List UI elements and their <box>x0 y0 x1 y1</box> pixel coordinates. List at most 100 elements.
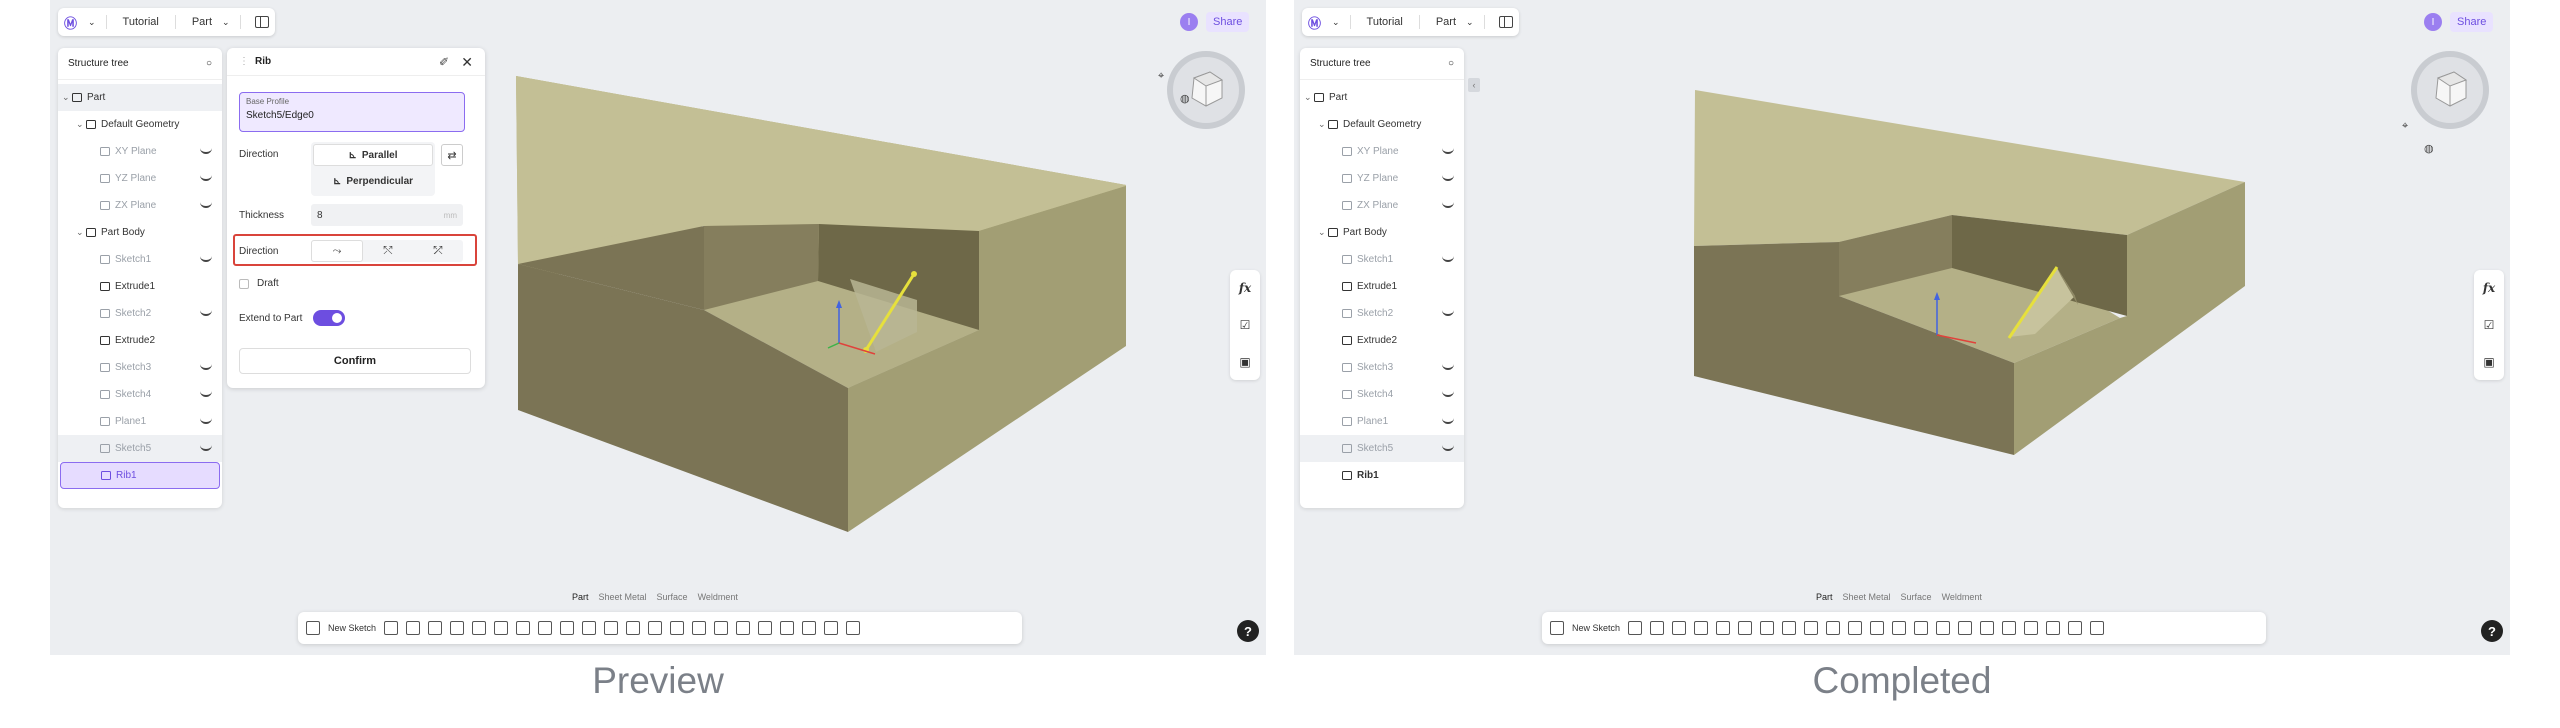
visibility-icon[interactable] <box>1442 362 1454 370</box>
parallel-option[interactable]: ⊾ Parallel <box>313 144 433 166</box>
flip-direction-button[interactable]: ⇄ <box>441 144 463 166</box>
tree-item-sketch3[interactable]: Sketch3 <box>1300 354 1464 381</box>
checklist-icon[interactable]: ☑ <box>1240 318 1251 332</box>
base-profile-field[interactable]: Base Profile Sketch5/Edge0 <box>239 92 465 132</box>
sidebar-toggle-icon[interactable] <box>1498 16 1513 28</box>
tree-item-rib1[interactable]: Rib1 <box>60 462 220 489</box>
tree-item-zx-plane[interactable]: ZX Plane <box>58 192 222 219</box>
rib-icon[interactable] <box>1716 621 1731 635</box>
visibility-icon[interactable] <box>200 362 212 370</box>
tree-item-xy-plane[interactable]: XY Plane <box>1300 138 1464 165</box>
draft-icon[interactable] <box>1804 621 1819 635</box>
tree-item-part[interactable]: ⌄ Part <box>1300 84 1464 111</box>
side-two-option[interactable]: ⤲ <box>363 240 413 262</box>
extrude-icon[interactable] <box>1628 621 1643 635</box>
tree-item-zx-plane[interactable]: ZX Plane <box>1300 192 1464 219</box>
sweep-icon[interactable] <box>1672 621 1687 635</box>
visibility-icon[interactable] <box>200 389 212 397</box>
plane-icon[interactable] <box>736 621 751 635</box>
tab-sheet-metal[interactable]: Sheet Metal <box>599 592 647 606</box>
tree-item-xy-plane[interactable]: XY Plane <box>58 138 222 165</box>
confirm-button[interactable]: Confirm <box>239 348 471 374</box>
chevron-down-icon[interactable]: ⌄ <box>222 17 230 28</box>
chevron-down-icon[interactable]: ⌄ <box>88 17 96 28</box>
extrude-icon[interactable] <box>384 621 399 635</box>
boolean-icon[interactable] <box>1892 621 1907 635</box>
tab-weldment[interactable]: Weldment <box>698 592 738 606</box>
tree-item-sketch1[interactable]: Sketch1 <box>1300 246 1464 273</box>
perpendicular-option[interactable]: ⊾ Perpendicular <box>313 170 433 192</box>
fillet-icon[interactable] <box>516 621 531 635</box>
section-icon[interactable] <box>824 621 839 635</box>
move-icon[interactable] <box>1936 621 1951 635</box>
chevron-down-icon[interactable]: ⌄ <box>1466 17 1474 28</box>
mirror-icon[interactable] <box>1870 621 1885 635</box>
visibility-icon[interactable] <box>200 200 212 208</box>
share-button[interactable]: Share <box>2450 12 2494 32</box>
point-icon[interactable] <box>780 621 795 635</box>
split-icon[interactable] <box>670 621 685 635</box>
app-logo-icon[interactable]: Ⓜ <box>1308 14 1328 31</box>
tree-item-default-geometry[interactable]: ⌄ Default Geometry <box>58 111 222 138</box>
tree-item-sketch4[interactable]: Sketch4 <box>1300 381 1464 408</box>
visibility-icon[interactable] <box>200 443 212 451</box>
tree-item-extrude2[interactable]: Extrude2 <box>1300 327 1464 354</box>
chevron-down-icon[interactable]: ⌄ <box>1332 17 1340 28</box>
tab-part[interactable]: Part <box>572 592 589 606</box>
tree-item-part-body[interactable]: ⌄ Part Body <box>58 219 222 246</box>
pattern-icon[interactable] <box>604 621 619 635</box>
plane-icon[interactable] <box>1980 621 1995 635</box>
pattern-icon[interactable] <box>1848 621 1863 635</box>
visibility-icon[interactable] <box>1442 254 1454 262</box>
more-icon[interactable] <box>2090 621 2105 635</box>
share-button[interactable]: Share <box>1206 12 1250 32</box>
tree-item-yz-plane[interactable]: YZ Plane <box>1300 165 1464 192</box>
shell-icon[interactable] <box>1738 621 1753 635</box>
table-icon[interactable]: ▣ <box>2483 355 2494 369</box>
tree-item-plane1[interactable]: Plane1 <box>58 408 222 435</box>
new-sketch-icon[interactable] <box>306 621 320 635</box>
search-icon[interactable]: ○ <box>206 58 212 69</box>
tree-item-rib1[interactable]: Rib1 <box>1300 462 1464 489</box>
visibility-icon[interactable] <box>1442 416 1454 424</box>
help-button[interactable]: ? <box>2481 620 2503 642</box>
tree-item-sketch2[interactable]: Sketch2 <box>1300 300 1464 327</box>
model-viewport[interactable] <box>1294 0 2510 655</box>
tree-item-sketch2[interactable]: Sketch2 <box>58 300 222 327</box>
visibility-icon[interactable] <box>1442 443 1454 451</box>
visibility-icon[interactable] <box>200 416 212 424</box>
tree-item-sketch5[interactable]: Sketch5 <box>58 435 222 462</box>
user-avatar[interactable]: I <box>1180 13 1198 31</box>
visibility-icon[interactable] <box>1442 389 1454 397</box>
tab-weldment[interactable]: Weldment <box>1942 592 1982 606</box>
tree-item-part[interactable]: ⌄ Part <box>58 84 222 111</box>
tree-item-extrude1[interactable]: Extrude1 <box>58 273 222 300</box>
close-icon[interactable]: ✕ <box>461 54 473 71</box>
scale-icon[interactable] <box>714 621 729 635</box>
tree-item-plane1[interactable]: Plane1 <box>1300 408 1464 435</box>
view-cube[interactable] <box>1166 50 1246 130</box>
split-icon[interactable] <box>1914 621 1929 635</box>
loft-icon[interactable] <box>1694 621 1709 635</box>
both-sides-option[interactable]: ⤱ <box>413 240 463 262</box>
visibility-icon[interactable] <box>200 308 212 316</box>
visibility-icon[interactable] <box>200 173 212 181</box>
user-avatar[interactable]: I <box>2424 13 2442 31</box>
drag-handle-icon[interactable]: ⋮ <box>239 56 249 67</box>
shell-icon[interactable] <box>494 621 509 635</box>
axis-icon[interactable] <box>758 621 773 635</box>
tree-item-sketch4[interactable]: Sketch4 <box>58 381 222 408</box>
loft-icon[interactable] <box>450 621 465 635</box>
draft-icon[interactable] <box>560 621 575 635</box>
visibility-icon[interactable] <box>1442 308 1454 316</box>
chamfer-icon[interactable] <box>538 621 553 635</box>
tab-surface[interactable]: Surface <box>1901 592 1932 606</box>
measure-icon[interactable] <box>2046 621 2061 635</box>
revolve-icon[interactable] <box>1650 621 1665 635</box>
scale-icon[interactable] <box>1958 621 1973 635</box>
boolean-icon[interactable] <box>648 621 663 635</box>
thickness-input[interactable]: 8 mm <box>311 204 463 226</box>
more-icon[interactable] <box>846 621 861 635</box>
tree-item-yz-plane[interactable]: YZ Plane <box>58 165 222 192</box>
tab-sheet-metal[interactable]: Sheet Metal <box>1843 592 1891 606</box>
